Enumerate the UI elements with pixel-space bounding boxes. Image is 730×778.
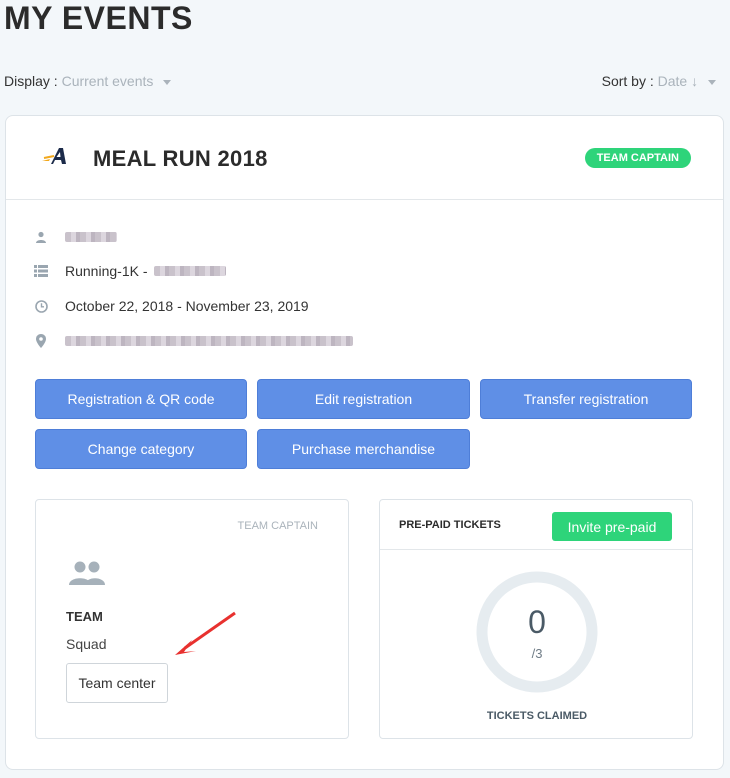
prepaid-panel: PRE-PAID TICKETS Invite pre-paid 0 /3 TI… xyxy=(379,499,693,739)
team-name: Squad xyxy=(66,636,107,652)
category-row: Running-1K - xyxy=(34,261,226,281)
team-role-label: TEAM CAPTAIN xyxy=(237,520,318,532)
team-label: TEAM xyxy=(66,609,103,624)
sort-filter[interactable]: Sort by : Date ↓ xyxy=(602,73,716,89)
tickets-claimed-label: TICKETS CLAIMED xyxy=(486,710,588,722)
location-redacted xyxy=(65,336,353,346)
sort-label: Sort by : xyxy=(601,73,654,89)
users-icon xyxy=(69,561,105,585)
display-filter[interactable]: Display : Current events xyxy=(4,73,172,89)
edit-registration-button[interactable]: Edit registration xyxy=(257,379,470,419)
purchase-merchandise-button[interactable]: Purchase merchandise xyxy=(257,429,470,469)
invite-prepaid-button[interactable]: Invite pre-paid xyxy=(552,512,672,541)
page-title: MY EVENTS xyxy=(4,0,193,36)
display-label: Display : xyxy=(4,73,58,89)
display-value[interactable]: Current events xyxy=(62,73,154,89)
list-icon xyxy=(34,264,48,278)
registration-qr-button[interactable]: Registration & QR code xyxy=(35,379,247,419)
transfer-registration-button[interactable]: Transfer registration xyxy=(480,379,692,419)
prepaid-header: PRE-PAID TICKETS Invite pre-paid xyxy=(380,500,692,550)
role-badge: TEAM CAPTAIN xyxy=(584,148,691,168)
event-logo-icon xyxy=(42,148,66,164)
event-card: MEAL RUN 2018 TEAM CAPTAIN Running-1K - … xyxy=(5,115,724,770)
event-dates: October 22, 2018 - November 23, 2019 xyxy=(65,298,309,314)
participant-row xyxy=(34,227,117,247)
chevron-down-icon[interactable] xyxy=(708,79,716,85)
team-center-button[interactable]: Team center xyxy=(66,663,168,703)
category-redacted xyxy=(153,266,226,276)
tickets-total: /3 xyxy=(531,646,543,661)
map-pin-icon xyxy=(34,334,48,348)
sort-value[interactable]: Date ↓ xyxy=(658,73,698,89)
event-card-header: MEAL RUN 2018 TEAM CAPTAIN xyxy=(6,116,723,200)
chevron-down-icon[interactable] xyxy=(163,79,172,85)
change-category-button[interactable]: Change category xyxy=(35,429,247,469)
prepaid-title: PRE-PAID TICKETS xyxy=(399,519,501,531)
team-panel: TEAM CAPTAIN TEAM Squad Team center xyxy=(35,499,349,739)
tickets-claimed-count: 0 xyxy=(528,604,546,640)
dates-row: October 22, 2018 - November 23, 2019 xyxy=(34,296,309,316)
user-icon xyxy=(34,230,48,244)
category-text: Running-1K - xyxy=(65,263,148,279)
clock-icon xyxy=(34,299,48,313)
participant-name-redacted xyxy=(65,232,117,242)
event-title[interactable]: MEAL RUN 2018 xyxy=(93,146,268,172)
location-row xyxy=(34,331,353,351)
annotation-arrow-icon xyxy=(175,611,236,655)
